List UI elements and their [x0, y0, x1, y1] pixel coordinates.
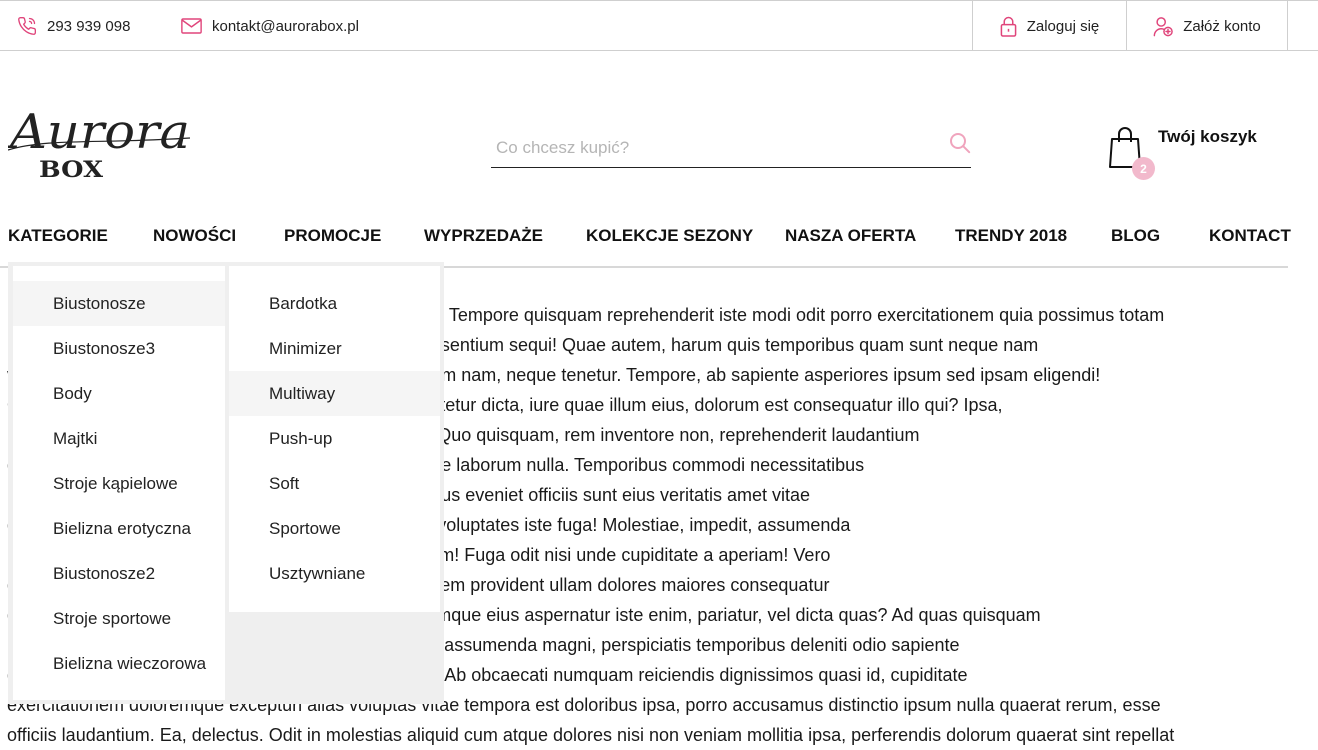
- nav-kategorie[interactable]: KATEGORIE: [8, 226, 108, 246]
- register-label: Załóż konto: [1183, 17, 1261, 35]
- nav-trendy[interactable]: TRENDY 2018: [955, 226, 1067, 246]
- dropdown-item-bielizna-wieczorowa[interactable]: Bielizna wieczorowa: [13, 641, 225, 686]
- dropdown-column-subcategories: Bardotka Minimizer Multiway Push-up Soft…: [229, 266, 440, 612]
- dropdown-item-majtki[interactable]: Majtki: [13, 416, 225, 461]
- dropdown-item-minimizer[interactable]: Minimizer: [229, 326, 440, 371]
- nav-kolekcje-sezony[interactable]: KOLEKCJE SEZONY: [586, 226, 753, 246]
- dropdown-item-biustonosze3[interactable]: Biustonosze3: [13, 326, 225, 371]
- cart-label: Twój koszyk: [1158, 127, 1257, 146]
- nav-promocje[interactable]: PROMOCJE: [284, 226, 381, 246]
- dropdown-item-body[interactable]: Body: [13, 371, 225, 416]
- content-line: officiis laudantium. Ea, delectus. Odit …: [7, 725, 1175, 745]
- lock-icon: [1000, 16, 1017, 37]
- top-bar: 293 939 098 kontakt@aurorabox.pl Zaloguj…: [0, 0, 1318, 51]
- search-input[interactable]: [491, 129, 936, 167]
- phone-icon: [18, 16, 37, 35]
- cart[interactable]: 2 Twój koszyk: [1108, 125, 1258, 185]
- dropdown-item-soft[interactable]: Soft: [229, 461, 440, 506]
- add-user-icon: [1153, 16, 1174, 36]
- logo[interactable]: Aurora BOX: [6, 98, 198, 183]
- dropdown-item-bardotka[interactable]: Bardotka: [229, 281, 440, 326]
- email-address: kontakt@aurorabox.pl: [212, 17, 359, 35]
- dropdown-item-bielizna-erotyczna[interactable]: Bielizna erotyczna: [13, 506, 225, 551]
- dropdown-item-biustonosze[interactable]: Biustonosze: [13, 281, 225, 326]
- dropdown-item-push-up[interactable]: Push-up: [229, 416, 440, 461]
- dropdown-item-stroje-kapielowe[interactable]: Stroje kąpielowe: [13, 461, 225, 506]
- login-link[interactable]: Zaloguj się: [972, 1, 1126, 51]
- search-icon[interactable]: [949, 132, 971, 154]
- phone-link[interactable]: 293 939 098: [17, 1, 130, 51]
- nav-nowosci[interactable]: NOWOŚCI: [153, 226, 236, 246]
- email-link[interactable]: kontakt@aurorabox.pl: [181, 1, 359, 51]
- dropdown-item-multiway[interactable]: Multiway: [229, 371, 440, 416]
- nav-kontact[interactable]: KONTACT: [1209, 226, 1291, 246]
- dropdown-item-stroje-sportowe[interactable]: Stroje sportowe: [13, 596, 225, 641]
- logo-sub: BOX: [39, 157, 104, 182]
- search-bar: [491, 128, 971, 168]
- mail-icon: [181, 18, 202, 34]
- dropdown-item-usztywniane[interactable]: Usztywniane: [229, 551, 440, 596]
- dropdown-column-categories: Biustonosze Biustonosze3 Body Majtki Str…: [13, 266, 225, 700]
- cart-count-badge: 2: [1132, 157, 1155, 180]
- nav-blog[interactable]: BLOG: [1111, 226, 1160, 246]
- logo-script: Aurora: [8, 104, 190, 160]
- dropdown-item-biustonosze2[interactable]: Biustonosze2: [13, 551, 225, 596]
- register-link[interactable]: Załóż konto: [1126, 1, 1288, 51]
- category-dropdown: Biustonosze Biustonosze3 Body Majtki Str…: [8, 262, 444, 704]
- nav-wyprzedaze[interactable]: WYPRZEDAŻE: [424, 226, 543, 246]
- dropdown-item-sportowe[interactable]: Sportowe: [229, 506, 440, 551]
- phone-number: 293 939 098: [47, 17, 131, 35]
- login-label: Zaloguj się: [1026, 17, 1100, 35]
- nav-nasza-oferta[interactable]: NASZA OFERTA: [785, 226, 916, 246]
